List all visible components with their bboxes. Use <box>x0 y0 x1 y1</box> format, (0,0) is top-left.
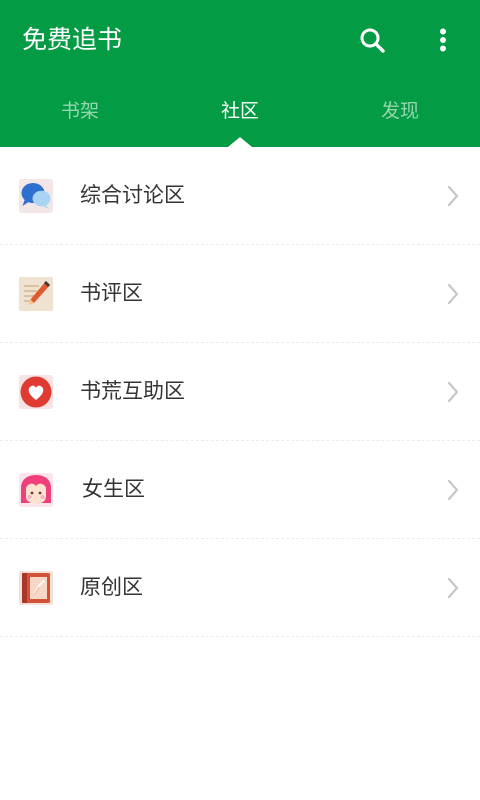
chevron-right-icon <box>447 283 459 305</box>
list-item-book-reviews[interactable]: 书评区 <box>0 245 480 343</box>
list-item-original-works[interactable]: 原创区 <box>0 539 480 637</box>
chat-bubbles-icon <box>19 179 53 213</box>
girl-face-icon <box>19 473 53 507</box>
chevron-right-icon <box>447 479 459 501</box>
list-item-label: 综合讨论区 <box>80 183 185 207</box>
notepad-pencil-icon <box>19 277 53 311</box>
tab-bookshelf[interactable]: 书架 <box>0 80 160 142</box>
more-options-button[interactable] <box>428 22 458 60</box>
list-item-label: 原创区 <box>80 575 143 599</box>
app-bar: 免费追书 书架 社区 发现 <box>0 0 480 147</box>
tab-discover[interactable]: 发现 <box>320 80 480 142</box>
chevron-right-icon <box>447 577 459 599</box>
book-quill-icon <box>19 571 53 605</box>
more-vertical-icon <box>440 28 446 52</box>
list-item-book-shortage-help[interactable]: 书荒互助区 <box>0 343 480 441</box>
chevron-right-icon <box>447 381 459 403</box>
search-icon <box>360 28 385 53</box>
list-item-girls-zone[interactable]: 女生区 <box>0 441 480 539</box>
active-tab-indicator <box>228 137 252 147</box>
list-item-label: 女生区 <box>82 477 145 501</box>
community-list: 综合讨论区 书评区 书荒互助区 女生区 原创区 <box>0 147 480 637</box>
tab-community[interactable]: 社区 <box>160 80 320 142</box>
list-item-label: 书荒互助区 <box>80 379 185 403</box>
list-item-general-discussion[interactable]: 综合讨论区 <box>0 147 480 245</box>
chevron-right-icon <box>447 185 459 207</box>
app-title: 免费追书 <box>22 25 123 54</box>
tab-bar: 书架 社区 发现 <box>0 80 480 147</box>
list-item-label: 书评区 <box>80 281 143 305</box>
heart-icon <box>19 375 53 409</box>
search-button[interactable] <box>354 22 392 60</box>
toolbar: 免费追书 <box>0 0 480 80</box>
